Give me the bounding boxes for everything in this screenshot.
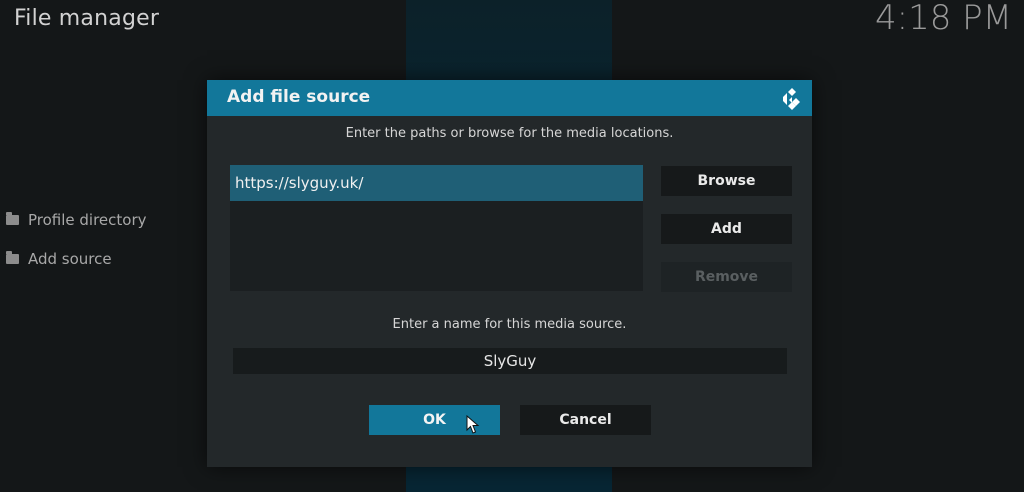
folder-icon [6,212,19,225]
remove-button[interactable]: Remove [661,262,792,292]
mouse-cursor-icon [466,415,480,434]
app-title: File manager [14,6,160,31]
add-button[interactable]: Add [661,214,792,244]
path-row-selected[interactable]: https://slyguy.uk/ [230,165,643,201]
source-name-input[interactable]: SlyGuy [233,348,787,374]
screen: File manager 4:18 PM Profile directory A… [0,0,1024,492]
ok-button[interactable]: OK [369,405,500,435]
paths-instruction: Enter the paths or browse for the media … [345,126,674,141]
name-instruction: Enter a name for this media source. [392,317,627,332]
paths-list[interactable]: https://slyguy.uk/ [230,165,643,291]
dialog-header: Add file source [207,80,812,116]
sidebar-item-profile-directory[interactable]: Profile directory [6,211,147,229]
add-file-source-dialog: Add file source Enter the paths or brows… [207,80,812,467]
sidebar-item-label: Profile directory [28,211,147,229]
sidebar-item-label: Add source [28,250,112,268]
sidebar-item-add-source[interactable]: Add source [6,250,112,268]
browse-button[interactable]: Browse [661,166,792,196]
folder-icon [6,251,19,264]
cancel-button[interactable]: Cancel [520,405,651,435]
clock: 4:18 PM [875,0,1012,38]
kodi-logo-icon [783,88,800,110]
dialog-title: Add file source [227,87,371,107]
